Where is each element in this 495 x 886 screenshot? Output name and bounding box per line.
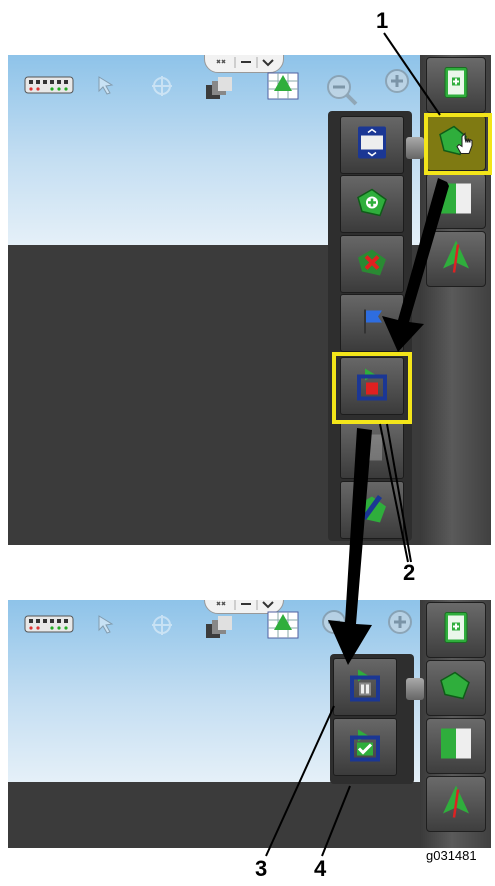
callout-1: 1: [376, 8, 389, 33]
arrow-to-record: [382, 178, 449, 352]
leader-line-4: [321, 785, 351, 857]
figure-id: g031481: [426, 848, 477, 863]
callout-3: 3: [255, 856, 268, 881]
leader-line-2b: [379, 423, 409, 563]
leader-line-2a: [386, 423, 412, 563]
callout-2: 2: [403, 560, 416, 585]
callout-4: 4: [314, 856, 327, 881]
leader-line-3: [265, 705, 335, 857]
leader-line-1: [383, 32, 441, 116]
arrow-to-pause: [328, 428, 372, 665]
annotation-overlay: [265, 32, 449, 857]
